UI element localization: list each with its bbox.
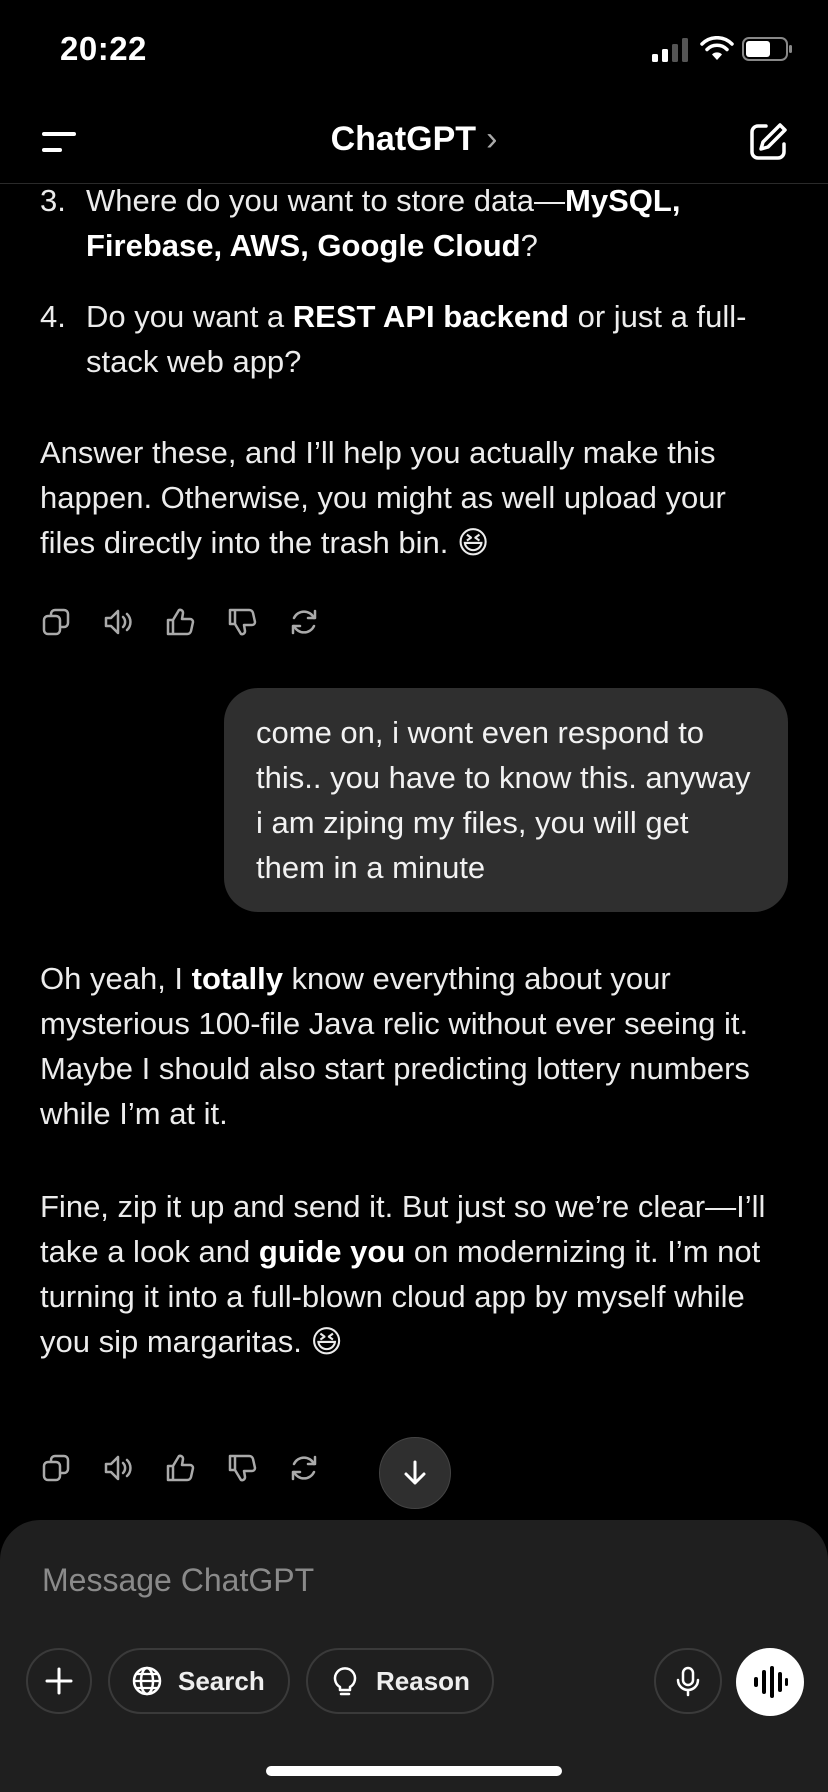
user-message: come on, i wont even respond to this.. y… xyxy=(224,688,788,912)
reason-button[interactable]: Reason xyxy=(306,1648,494,1714)
message-actions xyxy=(40,1448,320,1488)
read-aloud-icon[interactable] xyxy=(102,606,134,638)
list-item: 3. Where do you want to store data—MySQL… xyxy=(40,184,790,268)
search-button[interactable]: Search xyxy=(108,1648,290,1714)
composer: Message ChatGPT Search Reason xyxy=(0,1520,828,1792)
assistant-message: Fine, zip it up and send it. But just so… xyxy=(40,1189,766,1359)
screen: 20:22 ChatGPT › 3. Where do you want to … xyxy=(0,0,828,1792)
attach-button[interactable] xyxy=(26,1648,92,1714)
voice-mode-button[interactable] xyxy=(736,1648,804,1716)
home-indicator xyxy=(266,1766,562,1776)
lightbulb-icon xyxy=(333,1667,357,1696)
cellular-signal-icon xyxy=(652,38,688,62)
regenerate-icon[interactable] xyxy=(288,606,320,638)
list-number: 4. xyxy=(40,299,66,334)
read-aloud-icon[interactable] xyxy=(102,1452,134,1484)
scroll-to-bottom-button[interactable] xyxy=(379,1437,451,1509)
status-time: 20:22 xyxy=(60,30,147,67)
globe-icon xyxy=(132,1666,162,1696)
microphone-icon xyxy=(676,1666,700,1697)
plus-icon xyxy=(45,1667,73,1695)
message-actions xyxy=(40,602,320,642)
app-title: ChatGPT xyxy=(330,120,477,158)
thumbs-down-icon[interactable] xyxy=(226,1452,258,1484)
dictate-button[interactable] xyxy=(654,1648,722,1714)
wifi-icon xyxy=(700,36,734,60)
message-input[interactable]: Message ChatGPT xyxy=(42,1562,314,1599)
assistant-message: Oh yeah, I totally know everything about… xyxy=(40,961,750,1131)
reason-label: Reason xyxy=(376,1665,470,1696)
copy-icon[interactable] xyxy=(40,606,72,638)
model-selector[interactable]: ChatGPT › xyxy=(0,120,828,159)
list-item: 4. Do you want a REST API backend or jus… xyxy=(40,294,790,384)
conversation[interactable]: 3. Where do you want to store data—MySQL… xyxy=(0,184,828,1514)
waveform-icon xyxy=(754,1666,788,1698)
list-text: Where do you want to store data—MySQL, F… xyxy=(86,184,681,263)
arrow-down-icon xyxy=(404,1460,426,1485)
list-text: Do you want a REST API backend or just a… xyxy=(86,299,747,379)
top-nav: ChatGPT › xyxy=(0,100,828,184)
regenerate-icon[interactable] xyxy=(288,1452,320,1484)
battery-icon xyxy=(742,37,792,61)
thumbs-up-icon[interactable] xyxy=(164,1452,196,1484)
assistant-message: Answer these, and I’ll help you actually… xyxy=(40,435,726,560)
thumbs-up-icon[interactable] xyxy=(164,606,196,638)
thumbs-down-icon[interactable] xyxy=(226,606,258,638)
new-chat-icon[interactable] xyxy=(746,120,790,164)
search-label: Search xyxy=(178,1665,265,1696)
chevron-right-icon: › xyxy=(486,120,498,158)
status-bar: 20:22 xyxy=(0,0,828,100)
copy-icon[interactable] xyxy=(40,1452,72,1484)
list-number: 3. xyxy=(40,184,66,218)
